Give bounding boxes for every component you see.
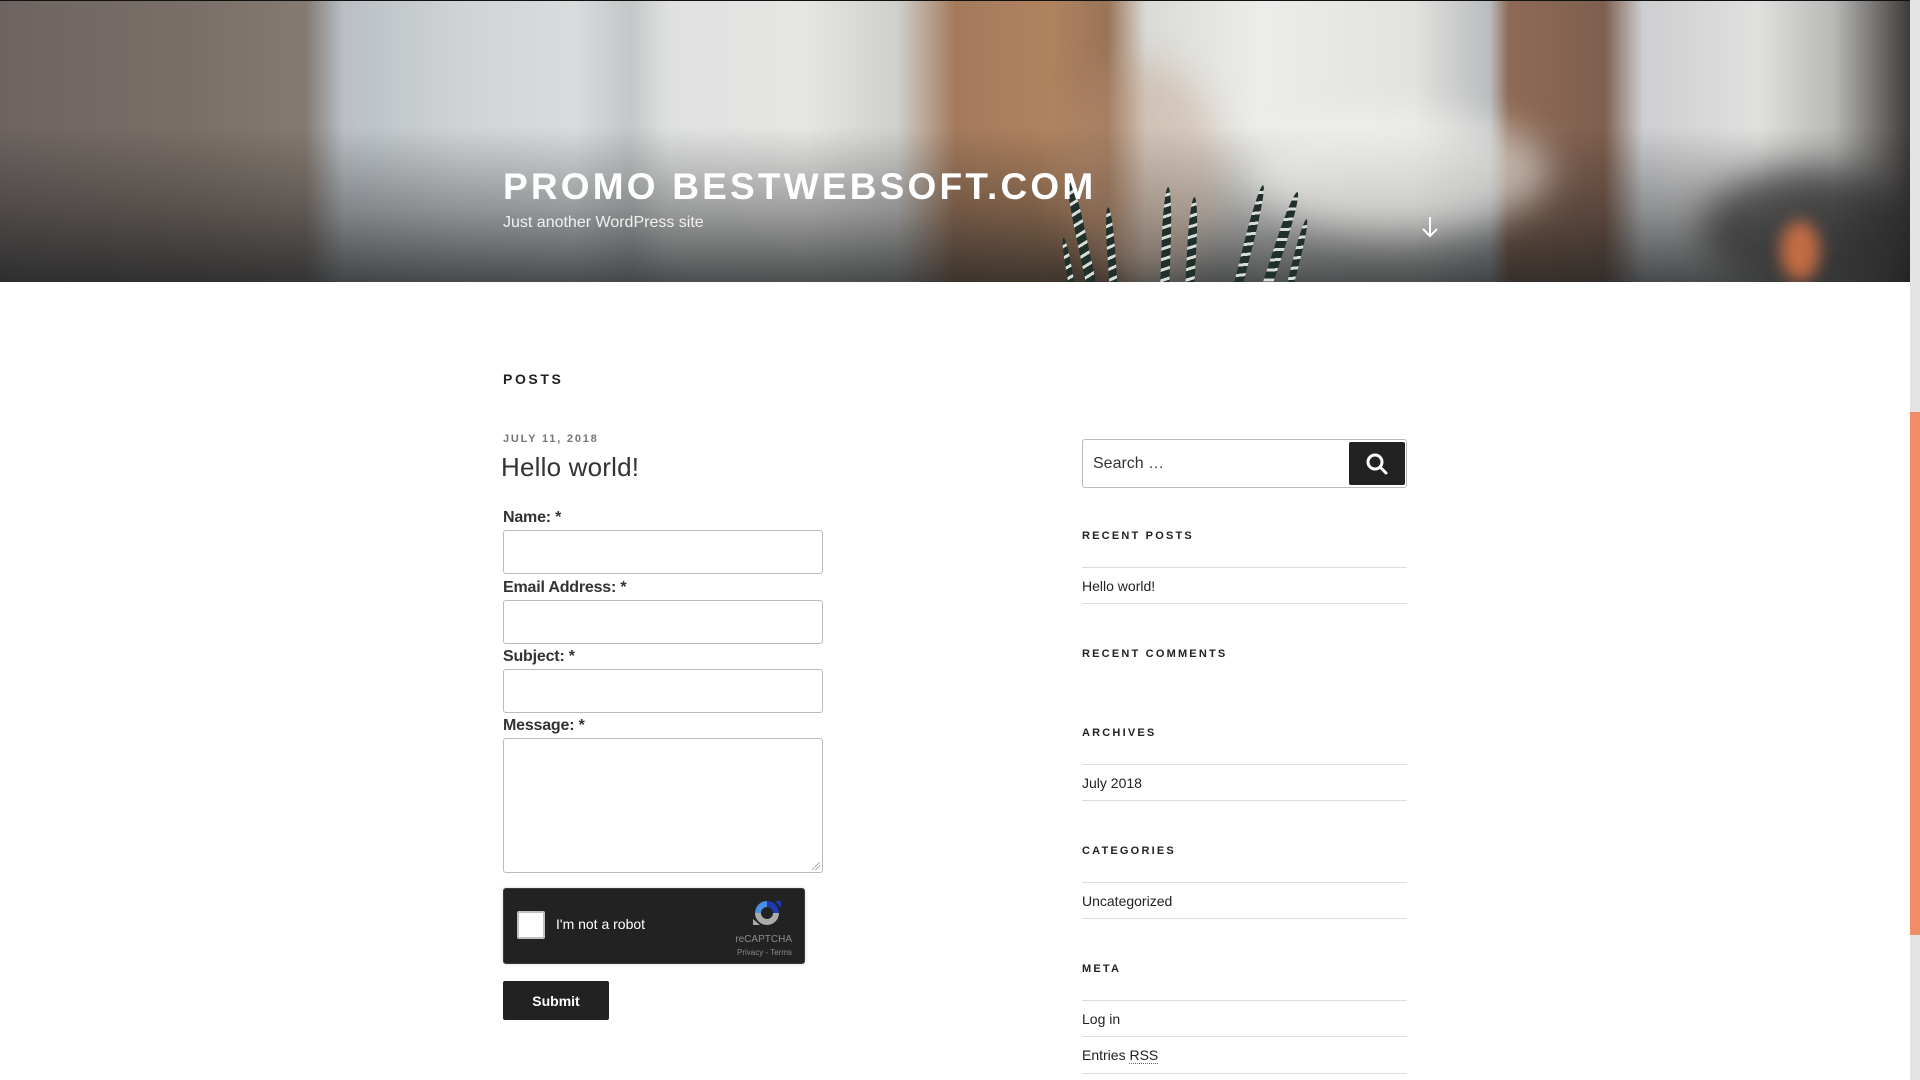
login-link-text[interactable]: Log in [1082, 1011, 1120, 1027]
widget-title-recent-comments: RECENT COMMENTS [1082, 648, 1228, 660]
header-bg-blob [1250, 111, 1550, 231]
recaptcha-logo-icon [753, 901, 781, 925]
entries-rss-link-text[interactable]: Entries RSS [1082, 1047, 1159, 1064]
archive-link-text[interactable]: July 2018 [1082, 775, 1142, 791]
archive-link[interactable]: July 2018 [1082, 764, 1407, 801]
required-mark: * [578, 717, 585, 734]
required-mark: * [568, 648, 575, 665]
recent-post-link-text[interactable]: Hello world! [1082, 578, 1155, 594]
name-label: Name: * [503, 509, 562, 526]
recaptcha-privacy-terms-link[interactable]: Privacy - Terms [737, 948, 792, 957]
meta-entries-rss-link[interactable]: Entries RSS [1082, 1037, 1407, 1074]
category-link[interactable]: Uncategorized [1082, 882, 1407, 919]
message-label: Message: * [503, 717, 585, 734]
category-link-text[interactable]: Uncategorized [1082, 893, 1172, 909]
message-textarea[interactable] [503, 738, 823, 873]
plant-leaf [1232, 184, 1268, 282]
scroll-down-button[interactable] [1420, 215, 1440, 239]
post-title[interactable]: Hello world! [501, 452, 639, 483]
name-input[interactable] [503, 530, 823, 574]
recent-post-link[interactable]: Hello world! [1082, 567, 1407, 604]
subject-label: Subject: * [503, 648, 575, 665]
required-mark: * [555, 509, 562, 526]
widget-title-categories: CATEGORIES [1082, 845, 1176, 857]
resize-handle-icon[interactable] [812, 862, 820, 870]
subject-input[interactable] [503, 669, 823, 713]
post-date[interactable]: JULY 11, 2018 [503, 433, 599, 445]
site-title[interactable]: PROMO BESTWEBSOFT.COM [503, 166, 1096, 208]
submit-button[interactable]: Submit [503, 981, 609, 1020]
recaptcha-widget: I'm not a robot reCAPTCHA Privacy - Term… [503, 888, 805, 964]
widget-title-meta: META [1082, 963, 1122, 975]
recaptcha-label: I'm not a robot [556, 916, 646, 932]
search-form [1082, 439, 1407, 488]
plant-leaf [1060, 237, 1076, 282]
required-mark: * [620, 579, 627, 596]
search-button[interactable] [1349, 442, 1405, 485]
search-input[interactable] [1093, 440, 1343, 487]
posts-section-heading: POSTS [503, 371, 564, 387]
email-label: Email Address: * [503, 579, 627, 596]
arrow-down-icon [1422, 217, 1438, 238]
rss-abbr: RSS [1129, 1047, 1159, 1064]
scrollbar-thumb[interactable] [1910, 412, 1920, 935]
meta-login-link[interactable]: Log in [1082, 1000, 1407, 1037]
widget-title-archives: ARCHIVES [1082, 727, 1157, 739]
recaptcha-checkbox[interactable] [517, 911, 545, 939]
recaptcha-brand: reCAPTCHA [735, 934, 792, 945]
site-header: PROMO BESTWEBSOFT.COM Just another WordP… [0, 0, 1910, 282]
search-icon [1366, 453, 1388, 475]
site-tagline: Just another WordPress site [503, 214, 704, 231]
email-input[interactable] [503, 600, 823, 644]
widget-title-recent-posts: RECENT POSTS [1082, 530, 1194, 542]
page-scrollbar[interactable] [1910, 0, 1920, 1080]
header-bg-blob [1780, 221, 1820, 281]
